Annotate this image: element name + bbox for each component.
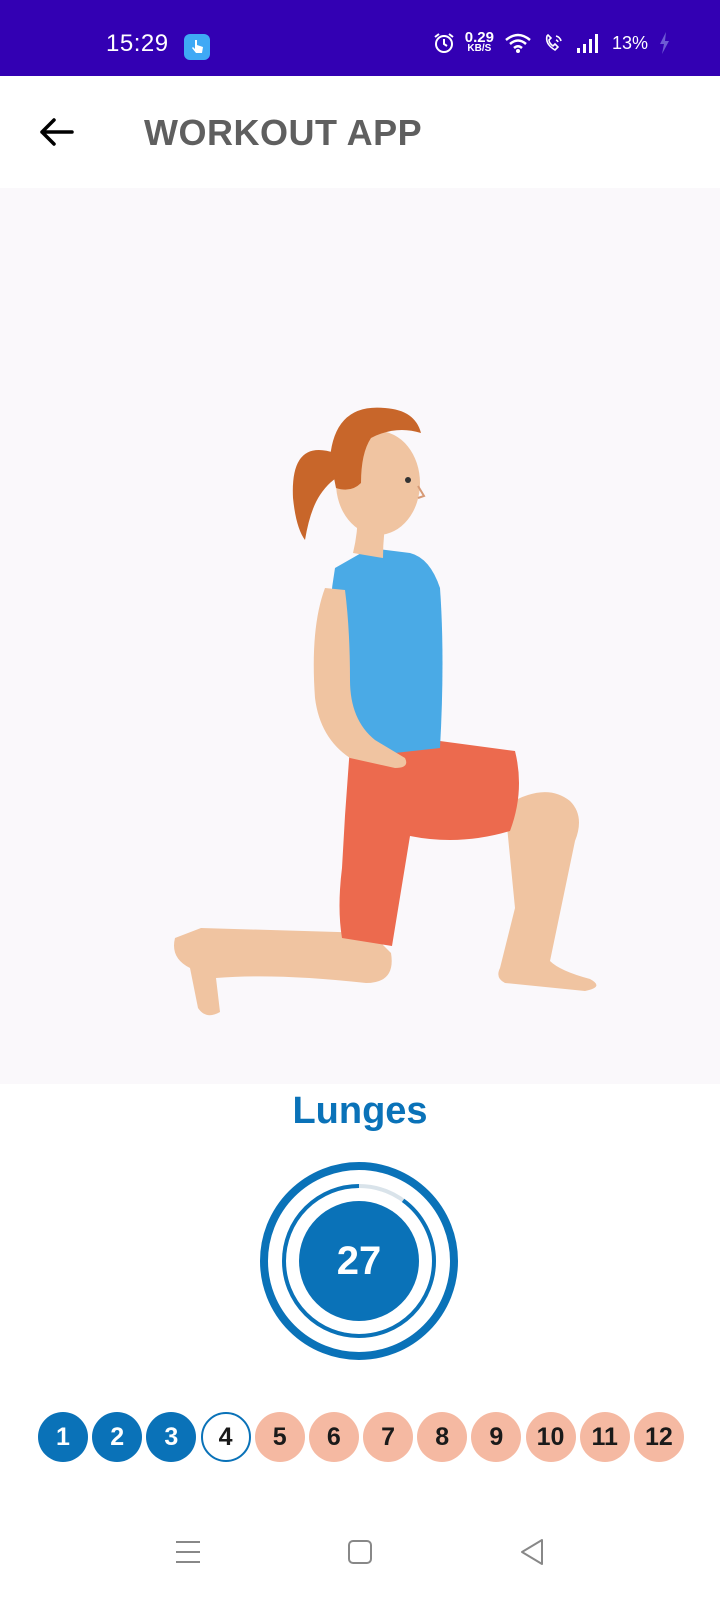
- step-pending: 5: [254, 1412, 305, 1462]
- woman-lunge-illustration: [174, 407, 597, 1016]
- step-pending: 11: [579, 1412, 630, 1462]
- net-speed-unit: KB/S: [467, 43, 492, 54]
- step-pending: 8: [417, 1412, 468, 1462]
- system-back-button[interactable]: [512, 1532, 552, 1572]
- signal-icon: [576, 34, 598, 53]
- step-pending: 7: [363, 1412, 414, 1462]
- menu-icon: [176, 1541, 200, 1563]
- status-bar: 15:29 0.29 KB/S 13%: [0, 0, 720, 76]
- step-done: 2: [92, 1412, 143, 1462]
- exercise-illustration: [0, 188, 720, 1084]
- step-done: 1: [38, 1412, 88, 1462]
- net-speed-value: 0.29: [464, 29, 494, 46]
- status-icons: 0.29 KB/S 13%: [433, 28, 670, 58]
- notification-app-icon: [184, 34, 210, 60]
- alarm-icon: [434, 33, 454, 53]
- recents-button[interactable]: [168, 1532, 208, 1572]
- step-pending: 10: [525, 1412, 576, 1462]
- rest-timer: 27: [258, 1160, 460, 1362]
- back-button[interactable]: [28, 104, 84, 160]
- net-speed: 0.29 KB/S: [464, 29, 494, 54]
- wifi-icon: [505, 33, 531, 53]
- system-nav-bar: [0, 1510, 720, 1600]
- step-done: 3: [146, 1412, 197, 1462]
- call-icon: [545, 33, 562, 52]
- exercise-name: Lunges: [292, 1090, 428, 1132]
- app-bar: WORKOUT APP: [0, 76, 720, 188]
- step-pending: 9: [471, 1412, 522, 1462]
- step-pending: 12: [633, 1412, 684, 1462]
- battery-charging-icon: [660, 32, 669, 54]
- status-time: 15:29: [106, 30, 169, 57]
- step-pending: 6: [308, 1412, 359, 1462]
- timer-value: 27: [336, 1238, 382, 1283]
- back-triangle-icon: [521, 1539, 543, 1565]
- page-title: WORKOUT APP: [144, 112, 423, 153]
- exercise-progress: 1 2 3 4 5 6 7 8 9 10 11 12: [38, 1412, 684, 1464]
- home-icon: [348, 1540, 372, 1564]
- arrow-left-icon: [40, 118, 74, 146]
- home-button[interactable]: [340, 1532, 380, 1572]
- step-current: 4: [200, 1412, 251, 1462]
- battery-percent: 13%: [611, 32, 648, 53]
